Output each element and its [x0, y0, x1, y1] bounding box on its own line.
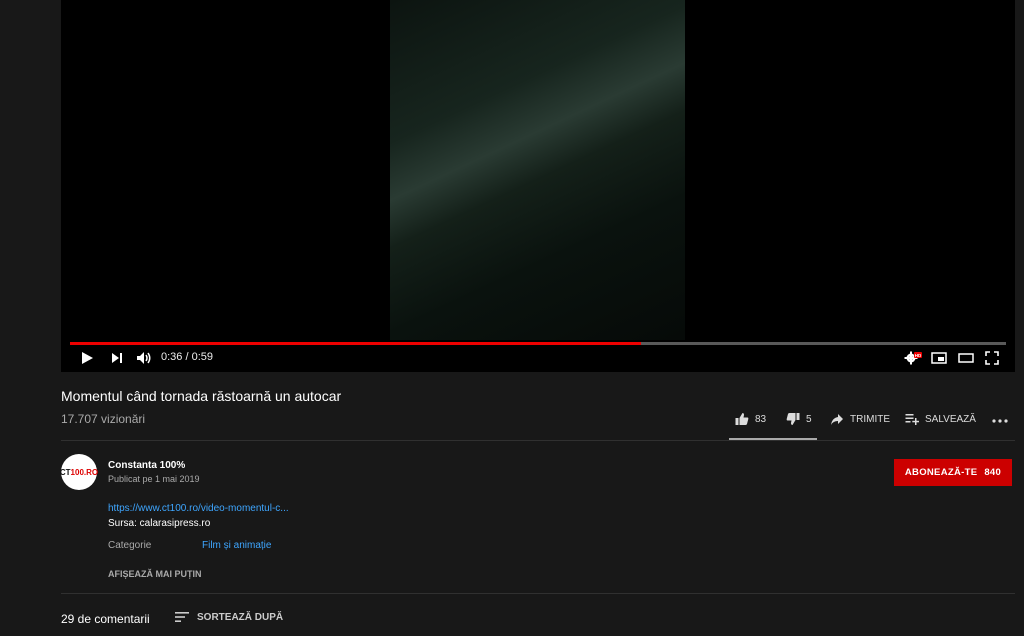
save-button[interactable]: SALVEAZĂ: [905, 412, 976, 426]
subscriber-count: 840: [984, 467, 1002, 478]
video-title: Momentul când tornada răstoarnă un autoc…: [61, 388, 342, 404]
sort-label: SORTEAZĂ DUPĂ: [197, 611, 284, 623]
volume-icon: [137, 352, 151, 364]
progress-bar[interactable]: [70, 342, 1006, 345]
play-icon: [82, 352, 93, 364]
dislike-count: 5: [806, 413, 812, 425]
play-button[interactable]: [80, 348, 94, 368]
thumbs-down-icon: [786, 413, 800, 425]
show-less-button[interactable]: AFIȘEAZĂ MAI PUȚIN: [108, 569, 202, 579]
progress-fill: [70, 342, 641, 345]
fullscreen-icon: [985, 351, 999, 365]
category-label: Categorie: [108, 540, 152, 551]
category-link[interactable]: Film și animație: [202, 540, 271, 551]
share-button[interactable]: TRIMITE: [830, 412, 890, 426]
subscribe-label: ABONEAZĂ-TE: [904, 467, 978, 478]
divider: [61, 593, 1015, 594]
description-link[interactable]: https://www.ct100.ro/video-momentul-c...: [108, 503, 289, 514]
comments-count: 29 de comentarii: [61, 612, 150, 626]
avatar-logo-prefix: CT: [59, 467, 71, 477]
volume-button[interactable]: [136, 348, 152, 368]
sort-button[interactable]: SORTEAZĂ DUPĂ: [175, 611, 283, 623]
theater-icon: [958, 353, 974, 363]
next-button[interactable]: [110, 348, 124, 368]
thumbs-up-icon: [735, 413, 749, 425]
fullscreen-button[interactable]: [985, 348, 999, 368]
view-count: 17.707 vizionări: [61, 412, 146, 426]
divider: [61, 440, 1015, 441]
dislike-button[interactable]: 5: [786, 412, 812, 426]
theater-mode-button[interactable]: [958, 348, 974, 368]
description-source: Sursa: calarasipress.ro: [108, 518, 211, 529]
like-button[interactable]: 83: [735, 412, 766, 426]
add-to-playlist-icon: [905, 414, 919, 425]
video-frame[interactable]: [390, 0, 685, 340]
sort-icon: [175, 612, 189, 622]
next-icon: [112, 353, 122, 363]
gear-icon: HD: [904, 351, 922, 365]
avatar-logo-accent: 100.RO: [70, 467, 99, 477]
save-label: SALVEAZĂ: [925, 413, 976, 425]
miniplayer-button[interactable]: [931, 348, 947, 368]
settings-button[interactable]: HD: [904, 348, 922, 368]
channel-avatar[interactable]: CT 100.RO: [59, 454, 99, 490]
miniplayer-icon: [931, 352, 947, 364]
time-display: 0:36 / 0:59: [161, 351, 213, 363]
more-horizontal-icon: [992, 419, 1008, 423]
share-icon: [831, 414, 843, 425]
like-count: 83: [755, 413, 767, 425]
channel-name[interactable]: Constanta 100%: [108, 460, 185, 471]
video-player[interactable]: 0:36 / 0:59 HD: [61, 0, 1015, 372]
share-label: TRIMITE: [850, 413, 890, 425]
svg-text:HD: HD: [915, 353, 922, 358]
publish-date: Publicat pe 1 mai 2019: [108, 474, 200, 484]
subscribe-button[interactable]: ABONEAZĂ-TE 840: [894, 459, 1012, 486]
more-actions-button[interactable]: [992, 418, 1008, 424]
